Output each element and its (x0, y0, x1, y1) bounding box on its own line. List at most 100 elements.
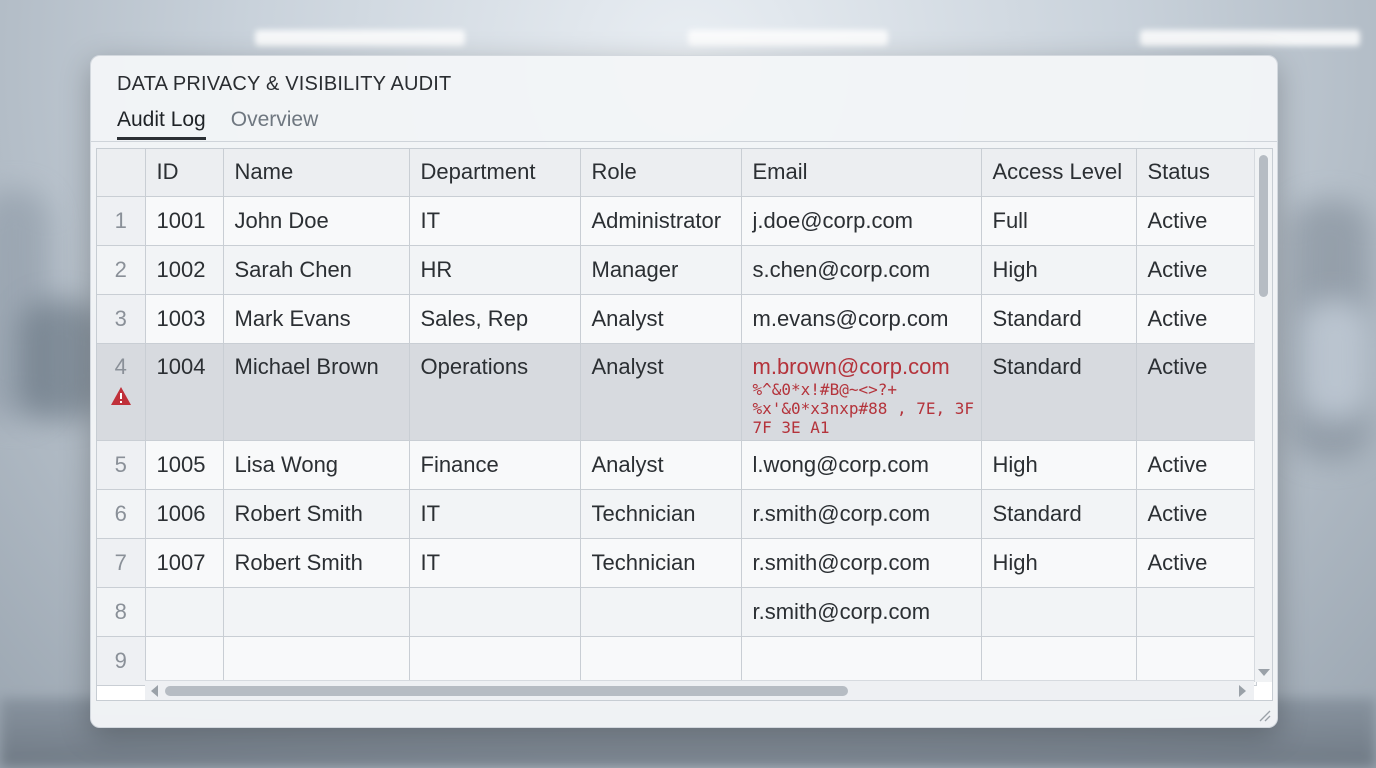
cell-department[interactable]: IT (409, 196, 581, 246)
cell-id[interactable]: 1006 (145, 489, 224, 539)
cell-role[interactable] (580, 636, 742, 686)
table-row[interactable]: 6 1006 Robert Smith IT Technician r.smit… (97, 489, 1257, 539)
cell-status[interactable]: Active (1136, 343, 1257, 441)
cell-role[interactable]: Administrator (580, 196, 742, 246)
table-row[interactable]: 1 1001 John Doe IT Administrator j.doe@c… (97, 196, 1257, 246)
cell-status[interactable]: Active (1136, 538, 1257, 588)
tab-overview[interactable]: Overview (231, 106, 319, 140)
scroll-down-arrow-icon[interactable] (1258, 669, 1270, 676)
table-row[interactable]: 2 1002 Sarah Chen HR Manager s.chen@corp… (97, 245, 1257, 295)
cell-role[interactable]: Technician (580, 538, 742, 588)
table-row[interactable]: 9 (97, 636, 1257, 686)
header-role[interactable]: Role (580, 149, 742, 197)
cell-id[interactable]: 1001 (145, 196, 224, 246)
cell-name[interactable]: Michael Brown (223, 343, 410, 441)
cell-access-level[interactable]: High (981, 245, 1137, 295)
warning-triangle-icon (110, 386, 131, 405)
tab-audit-log[interactable]: Audit Log (117, 106, 206, 140)
table-row[interactable]: 3 1003 Mark Evans Sales, Rep Analyst m.e… (97, 294, 1257, 344)
cell-department[interactable]: Sales, Rep (409, 294, 581, 344)
corrupted-data-line: %^&0*x!#B@~<>?+ (752, 379, 898, 399)
cell-email[interactable]: r.smith@corp.com (741, 538, 982, 588)
audit-table: ID Name Department Role Email Access Lev… (97, 149, 1257, 686)
cell-email-corrupted[interactable]: m.brown@corp.com %^&0*x!#B@~<>?+ %x'&0*x… (741, 343, 982, 441)
cell-email[interactable]: j.doe@corp.com (741, 196, 982, 246)
cell-access-level[interactable]: Standard (981, 343, 1137, 441)
vertical-scroll-thumb[interactable] (1259, 155, 1268, 297)
table-row[interactable]: 7 1007 Robert Smith IT Technician r.smit… (97, 538, 1257, 588)
cell-access-level[interactable]: Full (981, 196, 1137, 246)
horizontal-scroll-thumb[interactable] (165, 686, 848, 696)
header-id[interactable]: ID (145, 149, 224, 197)
horizontal-scrollbar[interactable] (145, 680, 1254, 700)
row-number: 1 (97, 196, 146, 246)
cell-name[interactable]: Mark Evans (223, 294, 410, 344)
header-department[interactable]: Department (409, 149, 581, 197)
cell-department[interactable] (409, 636, 581, 686)
cell-department[interactable]: Operations (409, 343, 581, 441)
cell-department[interactable]: Finance (409, 440, 581, 490)
cell-status[interactable] (1136, 636, 1257, 686)
cell-access-level[interactable]: Standard (981, 489, 1137, 539)
cell-name[interactable] (223, 587, 410, 637)
cell-email[interactable]: r.smith@corp.com (741, 587, 982, 637)
cell-role[interactable] (580, 587, 742, 637)
cell-status[interactable]: Active (1136, 245, 1257, 295)
cell-id[interactable] (145, 636, 224, 686)
cell-id[interactable]: 1002 (145, 245, 224, 295)
cell-role[interactable]: Analyst (580, 294, 742, 344)
cell-name[interactable]: Lisa Wong (223, 440, 410, 490)
cell-name[interactable]: Robert Smith (223, 489, 410, 539)
cell-status[interactable]: Active (1136, 196, 1257, 246)
cell-access-level[interactable]: High (981, 538, 1137, 588)
cell-role[interactable]: Analyst (580, 440, 742, 490)
scroll-right-arrow-icon[interactable] (1239, 685, 1246, 697)
scroll-left-arrow-icon[interactable] (151, 685, 158, 697)
cell-name[interactable]: John Doe (223, 196, 410, 246)
cell-access-level[interactable]: High (981, 440, 1137, 490)
row-number: 9 (97, 636, 146, 686)
cell-status[interactable] (1136, 587, 1257, 637)
cell-id[interactable]: 1003 (145, 294, 224, 344)
cell-email[interactable]: r.smith@corp.com (741, 489, 982, 539)
header-row: ID Name Department Role Email Access Lev… (97, 149, 1257, 197)
cell-access-level[interactable]: Standard (981, 294, 1137, 344)
vertical-scrollbar[interactable] (1254, 149, 1272, 682)
cell-role[interactable]: Analyst (580, 343, 742, 441)
resize-grip-icon[interactable] (1257, 708, 1271, 722)
cell-department[interactable]: HR (409, 245, 581, 295)
cell-status[interactable]: Active (1136, 440, 1257, 490)
cell-id[interactable] (145, 587, 224, 637)
cell-access-level[interactable] (981, 587, 1137, 637)
header-name[interactable]: Name (223, 149, 410, 197)
table-row[interactable]: 5 1005 Lisa Wong Finance Analyst l.wong@… (97, 440, 1257, 490)
cell-email[interactable]: l.wong@corp.com (741, 440, 982, 490)
cell-role[interactable]: Technician (580, 489, 742, 539)
cell-status[interactable]: Active (1136, 489, 1257, 539)
corrupted-data-line: %x'&0*x3nxp#88 , 7E, 3F (752, 398, 975, 418)
row-number: 3 (97, 294, 146, 344)
cell-role[interactable]: Manager (580, 245, 742, 295)
header-access-level[interactable]: Access Level (981, 149, 1137, 197)
cell-department[interactable]: IT (409, 489, 581, 539)
cell-id[interactable]: 1005 (145, 440, 224, 490)
cell-name[interactable] (223, 636, 410, 686)
cell-id[interactable]: 1007 (145, 538, 224, 588)
header-status[interactable]: Status (1136, 149, 1257, 197)
table-row[interactable]: 8 r.smith@corp.com (97, 587, 1257, 637)
header-email[interactable]: Email (741, 149, 982, 197)
cell-name[interactable]: Robert Smith (223, 538, 410, 588)
table-row-flagged[interactable]: 4 1004 Michael Brown Operations Analyst … (97, 343, 1257, 441)
cell-status[interactable]: Active (1136, 294, 1257, 344)
cell-email[interactable] (741, 636, 982, 686)
cell-department[interactable]: IT (409, 538, 581, 588)
cell-department[interactable] (409, 587, 581, 637)
row-number: 8 (97, 587, 146, 637)
cell-email[interactable]: s.chen@corp.com (741, 245, 982, 295)
cell-email[interactable]: m.evans@corp.com (741, 294, 982, 344)
cell-access-level[interactable] (981, 636, 1137, 686)
cell-name[interactable]: Sarah Chen (223, 245, 410, 295)
row-number-label: 4 (114, 353, 127, 379)
cell-id[interactable]: 1004 (145, 343, 224, 441)
corrupted-data-line: 7F 3E A1 (752, 417, 830, 437)
